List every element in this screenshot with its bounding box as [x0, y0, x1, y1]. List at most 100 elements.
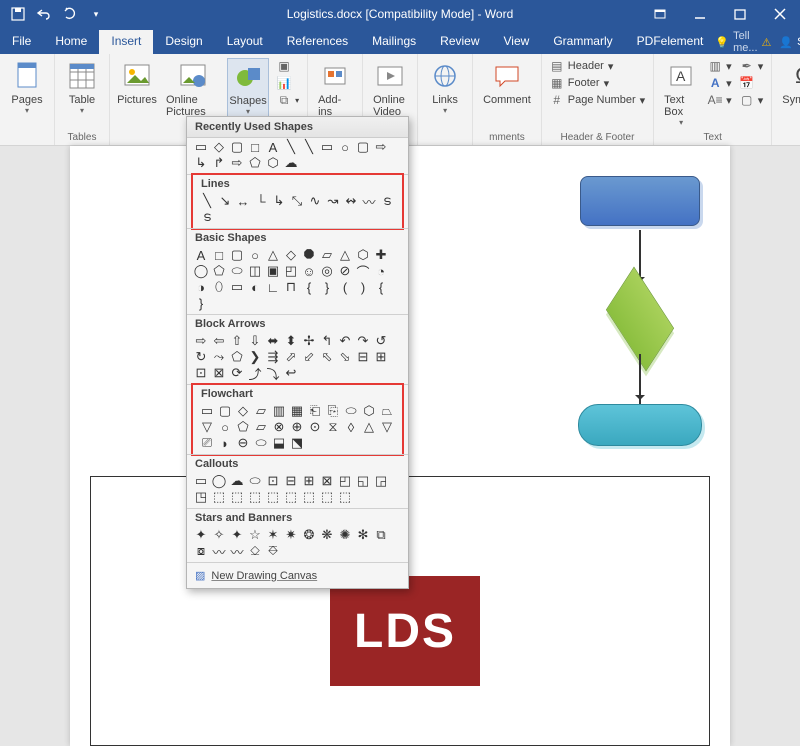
shape-brace-l[interactable]: {: [301, 280, 317, 294]
shape-star-explode1[interactable]: ✦: [193, 528, 209, 542]
shape-ribbon[interactable]: ⧉: [373, 528, 389, 542]
shape-star-6[interactable]: ✶: [265, 528, 281, 542]
shape-arrow-bent[interactable]: ↰: [319, 334, 335, 348]
shape-cross[interactable]: ✚: [373, 248, 389, 262]
screenshot-button[interactable]: ⧉▾: [275, 92, 301, 108]
shape-callout-cloud[interactable]: ☁: [229, 474, 245, 488]
shape-rect3[interactable]: ▭: [319, 140, 335, 154]
shape-rect[interactable]: □: [211, 248, 227, 262]
online-pictures-button[interactable]: Online Pictures: [162, 58, 223, 120]
new-drawing-canvas[interactable]: ▨ New Drawing Canvas: [187, 562, 408, 588]
shape-star-explode2[interactable]: ✧: [211, 528, 227, 542]
shape-callout-line2[interactable]: ⊟: [283, 474, 299, 488]
shape-callout-b2[interactable]: ⬚: [229, 490, 245, 504]
shape-octagon[interactable]: ⯃: [301, 248, 317, 262]
shape-fc-tape[interactable]: ⊗: [271, 420, 287, 434]
shape-arrow-uturn[interactable]: ↶: [337, 334, 353, 348]
shape-fc-connect[interactable]: ○: [217, 420, 233, 434]
shape-star-seal3[interactable]: ✺: [337, 528, 353, 542]
shape-fc-manual-in[interactable]: ⏢: [379, 404, 395, 418]
shape-arrow-box3[interactable]: ⊡: [193, 366, 209, 380]
shape-arrow-misc3[interactable]: ↩: [283, 366, 299, 380]
shape-line[interactable]: ╲: [199, 194, 215, 208]
shape-arrow-pent[interactable]: ⬠: [229, 350, 245, 364]
shape-arrow-quad[interactable]: ✢: [301, 334, 317, 348]
shape-roundrect[interactable]: ▢: [229, 248, 245, 262]
pictures-button[interactable]: Pictures: [116, 58, 158, 108]
page-number-button[interactable]: #Page Number ▾: [548, 92, 647, 108]
shape-fc-extract[interactable]: △: [361, 420, 377, 434]
shape-elbow-double[interactable]: ⤡: [289, 194, 305, 208]
shape-fc-merge[interactable]: ▽: [379, 420, 395, 434]
shape-brace-r2[interactable]: }: [193, 296, 209, 310]
shape-callout-line[interactable]: ⊡: [265, 474, 281, 488]
shape-elbow-arrow[interactable]: ↳: [271, 194, 287, 208]
shape-fc-prep[interactable]: ⬡: [361, 404, 377, 418]
close-button[interactable]: [760, 0, 800, 28]
shape-triangle[interactable]: △: [265, 248, 281, 262]
shape-roundrect[interactable]: ▢: [229, 140, 245, 154]
shape-scroll2[interactable]: ⎑: [265, 544, 281, 558]
shape-callout-a3[interactable]: ◲: [373, 474, 389, 488]
shape-fc-card[interactable]: ▱: [253, 420, 269, 434]
shape-textbox[interactable]: A: [265, 140, 281, 154]
shape-arrow-lr[interactable]: ⬌: [265, 334, 281, 348]
shape-arrow-callout4[interactable]: ⬂: [337, 350, 353, 364]
shape-arrow-strip[interactable]: ⇶: [265, 350, 281, 364]
links-button[interactable]: Links▾: [424, 58, 466, 117]
flowchart-terminator-shape[interactable]: [578, 404, 702, 446]
shape-arc[interactable]: ⌒: [355, 264, 371, 278]
shape-callout-round[interactable]: ◯: [211, 474, 227, 488]
object-button[interactable]: ▢▾: [738, 92, 766, 108]
shape-callout-b7[interactable]: ⬚: [319, 490, 335, 504]
shape-fc-internal[interactable]: ▦: [289, 404, 305, 418]
shape-fc-data[interactable]: ▱: [253, 404, 269, 418]
share-button[interactable]: 👤 Share: [779, 36, 800, 49]
shape-can[interactable]: ⬭: [229, 264, 245, 278]
footer-button[interactable]: ▦Footer ▾: [548, 75, 647, 91]
shape-connector2[interactable]: ↱: [211, 156, 227, 170]
shape-plaque[interactable]: ⊓: [283, 280, 299, 294]
shape-callout-a4[interactable]: ◳: [193, 490, 209, 504]
shape-half[interactable]: ◐: [247, 280, 263, 294]
shape-tear[interactable]: ⬯: [211, 280, 227, 294]
shape-line2[interactable]: ╲: [301, 140, 317, 154]
shape-hexagon[interactable]: ⬡: [265, 156, 281, 170]
shape-arrow-ud[interactable]: ⬍: [283, 334, 299, 348]
shape-cube[interactable]: ◫: [247, 264, 263, 278]
minimize-button[interactable]: [680, 0, 720, 28]
tell-me-search[interactable]: 💡 Tell me... ⚠: [715, 30, 771, 54]
shape-bevel[interactable]: ▣: [265, 264, 281, 278]
shape-pie[interactable]: ◔: [373, 264, 389, 278]
chart-button[interactable]: 📊: [275, 75, 301, 91]
flowchart-process-shape[interactable]: [580, 176, 700, 226]
shape-arrow-d[interactable]: ⇩: [247, 334, 263, 348]
shape-trap[interactable]: △: [337, 248, 353, 262]
shape-oval[interactable]: ○: [337, 140, 353, 154]
shape-l[interactable]: ∟: [265, 280, 281, 294]
shape-star-seal4[interactable]: ✻: [355, 528, 371, 542]
shape-rect[interactable]: ▭: [193, 140, 209, 154]
shape-callout-b5[interactable]: ⬚: [283, 490, 299, 504]
shape-arrow-curve[interactable]: ↷: [355, 334, 371, 348]
header-button[interactable]: ▤Header ▾: [548, 58, 647, 74]
shape-frame[interactable]: ▭: [229, 280, 245, 294]
shape-arrow-chev[interactable]: ❯: [247, 350, 263, 364]
shape-parallel[interactable]: ▱: [319, 248, 335, 262]
shape-fc-offpage[interactable]: ⬠: [235, 420, 251, 434]
shape-star-seal[interactable]: ❂: [301, 528, 317, 542]
tab-references[interactable]: References: [275, 30, 360, 54]
pages-button[interactable]: Pages▾: [6, 58, 48, 117]
shape-arrow-box2[interactable]: ⊞: [373, 350, 389, 364]
shape-arrow-misc2[interactable]: ⤵: [265, 366, 281, 380]
shape-arrow-callout2[interactable]: ⬃: [301, 350, 317, 364]
shapes-button[interactable]: Shapes▾: [227, 58, 269, 119]
wordart-button[interactable]: A▾: [706, 75, 734, 91]
shape-roundrect2[interactable]: ▢: [355, 140, 371, 154]
shape-oval2[interactable]: ◯: [193, 264, 209, 278]
shape-arrow-u[interactable]: ⇧: [229, 334, 245, 348]
shape-fc-process[interactable]: ▭: [199, 404, 215, 418]
shape-arrow-r[interactable]: ⇨: [193, 334, 209, 348]
shape-fc-disk[interactable]: ⬓: [271, 436, 287, 450]
shape-bracket-r[interactable]: ): [355, 280, 371, 294]
